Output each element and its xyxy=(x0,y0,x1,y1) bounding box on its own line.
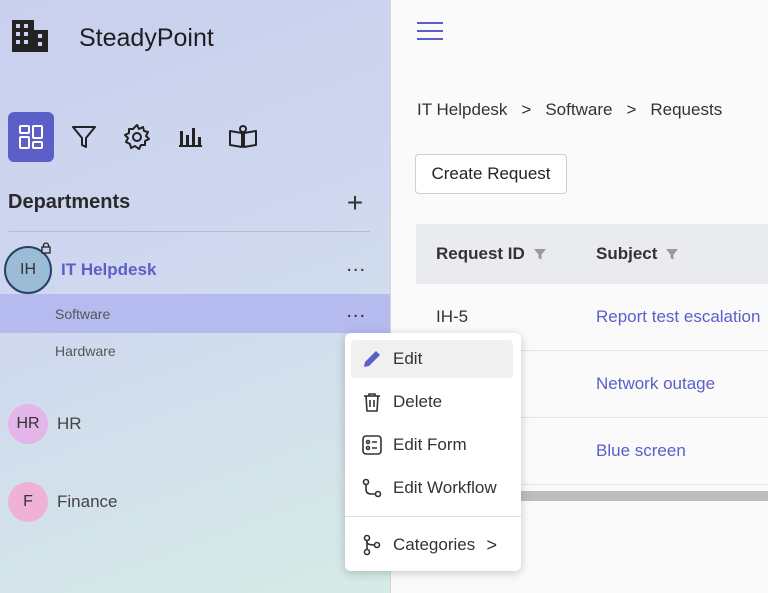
nav-icon-bar xyxy=(8,112,273,162)
menu-item-label: Edit Workflow xyxy=(393,478,497,497)
menu-divider xyxy=(345,516,521,517)
menu-item-label: Delete xyxy=(393,392,443,411)
filter-icon[interactable] xyxy=(665,247,679,261)
column-label: Request ID xyxy=(436,244,525,263)
lock-icon xyxy=(41,242,51,254)
subject-link[interactable]: Network outage xyxy=(596,374,715,394)
context-menu: Edit Delete Edit Form Edit Workflow Cate… xyxy=(345,333,521,571)
breadcrumb-separator: > xyxy=(626,100,637,119)
brand: SteadyPoint xyxy=(10,16,214,56)
dashboard-button[interactable] xyxy=(8,112,54,162)
avatar: HR xyxy=(8,404,48,444)
menu-item-delete[interactable]: Delete xyxy=(351,383,513,421)
bar-chart-icon xyxy=(179,128,202,147)
menu-item-edit-form[interactable]: Edit Form xyxy=(351,426,513,464)
add-department-button[interactable]: + xyxy=(342,188,368,216)
avatar-initials: F xyxy=(23,493,33,510)
book-icon xyxy=(229,125,257,148)
menu-item-label: Edit Form xyxy=(393,435,467,454)
trash-icon xyxy=(361,391,383,413)
breadcrumb-item[interactable]: IT Helpdesk xyxy=(417,100,507,120)
menu-item-categories[interactable]: Categories > xyxy=(351,526,513,564)
reports-button[interactable] xyxy=(167,112,213,162)
sub-item-label: Hardware xyxy=(55,342,116,359)
menu-item-edit-workflow[interactable]: Edit Workflow xyxy=(351,469,513,507)
department-it-helpdesk[interactable]: IH IT Helpdesk ... xyxy=(0,242,390,294)
pencil-icon xyxy=(361,348,383,370)
building-icon xyxy=(12,20,48,52)
request-id-cell: IH-5 xyxy=(436,307,469,326)
breadcrumb-separator: > xyxy=(521,100,532,119)
department-name: Finance xyxy=(57,492,118,511)
departments-header: Departments + xyxy=(8,188,368,216)
avatar: IH xyxy=(4,242,52,294)
menu-item-label: Categories xyxy=(393,535,476,554)
avatar: F xyxy=(8,482,48,522)
sub-item-hardware[interactable]: Hardware xyxy=(0,331,390,370)
subject-link[interactable]: Blue screen xyxy=(596,441,686,461)
chevron-right-icon: > xyxy=(486,534,497,555)
more-options-button[interactable]: ... xyxy=(346,300,366,323)
settings-button[interactable] xyxy=(114,112,160,162)
app-title: SteadyPoint xyxy=(79,24,214,52)
table-header: Request ID Subject xyxy=(416,224,768,284)
form-icon xyxy=(361,434,383,456)
settings-icon xyxy=(124,124,150,150)
sub-item-label: Software xyxy=(55,305,111,322)
menu-item-edit[interactable]: Edit xyxy=(351,340,513,378)
knowledge-base-button[interactable] xyxy=(220,112,266,162)
subject-link[interactable]: Report test escalation xyxy=(596,307,760,327)
departments-title: Departments xyxy=(8,191,131,213)
filter-button[interactable] xyxy=(61,112,107,162)
filter-icon xyxy=(72,126,96,148)
sub-item-software[interactable]: Software ... xyxy=(0,294,390,333)
workflow-icon xyxy=(361,477,383,499)
dashboard-icon xyxy=(19,125,43,149)
menu-item-label: Edit xyxy=(393,349,423,368)
column-header-subject[interactable]: Subject xyxy=(596,244,679,264)
divider xyxy=(8,231,370,232)
avatar-initials: HR xyxy=(16,415,40,432)
breadcrumb-item: Requests xyxy=(650,100,723,119)
sidebar: SteadyPoint Departments + IH IT Helpdesk… xyxy=(0,0,391,593)
breadcrumb: IT Helpdesk > Software > Requests xyxy=(417,100,722,120)
department-name: HR xyxy=(57,414,82,433)
filter-icon[interactable] xyxy=(533,247,547,261)
department-finance[interactable]: F Finance xyxy=(0,482,390,522)
avatar-initials: IH xyxy=(20,261,36,278)
breadcrumb-item[interactable]: Software xyxy=(545,100,612,120)
department-name: IT Helpdesk xyxy=(61,260,157,279)
create-request-button[interactable]: Create Request xyxy=(415,154,567,194)
column-header-request-id[interactable]: Request ID xyxy=(436,244,547,264)
more-options-button[interactable]: ... xyxy=(346,254,366,277)
department-hr[interactable]: HR HR xyxy=(0,404,390,444)
hamburger-menu-icon[interactable] xyxy=(417,22,443,42)
column-label: Subject xyxy=(596,244,658,263)
branch-icon xyxy=(361,534,383,556)
